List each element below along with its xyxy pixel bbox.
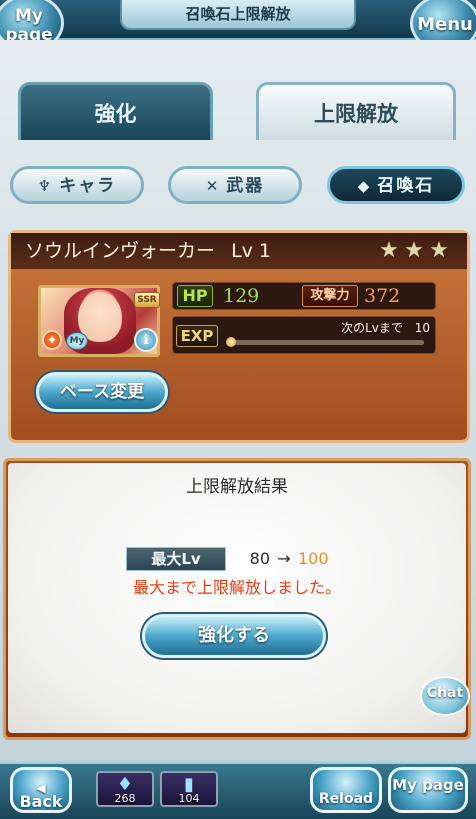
mypage-bottom-button[interactable]: My page <box>388 767 468 813</box>
exp-progress-bar <box>228 340 424 345</box>
rarity-star-icon: ★ <box>404 238 424 263</box>
max-level-to: 100 <box>298 549 329 568</box>
fire-element-icon: ✦ <box>42 330 62 350</box>
category-weapon-button[interactable]: ✕ 武器 <box>168 166 302 204</box>
summon-stone-icon: ◆ <box>357 177 372 195</box>
weapon-icon: ✕ <box>205 177 221 195</box>
tab-enhance[interactable]: 強化 <box>18 82 213 140</box>
hp-value: 129 <box>223 285 260 307</box>
category-character-label: キャラ <box>59 176 117 196</box>
result-title: 上限解放結果 <box>186 477 288 497</box>
category-summon-label: 召喚石 <box>377 176 435 196</box>
next-level-value: 10 <box>414 321 430 335</box>
base-change-button[interactable]: ベース変更 <box>36 372 168 412</box>
back-label: Back <box>19 792 63 811</box>
category-weapon-label: 武器 <box>226 176 265 196</box>
exp-label: EXP <box>176 325 218 347</box>
info-icon[interactable]: i <box>134 328 158 352</box>
next-level-text: 次のLvまで 10 <box>300 318 430 338</box>
arrow-icon: → <box>277 549 291 568</box>
enhance-button[interactable]: 強化する <box>142 614 326 658</box>
attack-value: 372 <box>364 285 401 307</box>
character-icon: ♆ <box>37 177 54 195</box>
rarity-badge: SSR <box>134 292 160 308</box>
item-count: 268 <box>114 792 136 805</box>
attack-label: 攻撃力 <box>302 285 358 307</box>
item-count: 104 <box>178 792 200 805</box>
rarity-star-icon: ★ <box>429 238 449 263</box>
max-level-label: 最大Lv <box>126 547 226 571</box>
next-level-label: 次のLvまで <box>341 321 403 335</box>
back-button[interactable]: ◀ Back <box>10 767 72 813</box>
rarity-star-icon: ★ <box>379 238 399 263</box>
chat-button[interactable]: Chat <box>420 676 470 716</box>
exp-progress-knob <box>226 337 236 347</box>
summon-level: Lv 1 <box>231 240 272 262</box>
reload-label: Reload <box>318 791 374 807</box>
max-level-from: 80 <box>249 549 270 568</box>
result-message: 最大まで上限解放しました。 <box>132 578 341 597</box>
tab-limit-break[interactable]: 上限解放 <box>256 82 456 140</box>
reload-button[interactable]: Reload <box>310 767 382 813</box>
category-character-button[interactable]: ♆ キャラ <box>10 166 144 204</box>
category-summon-button[interactable]: ◆ 召喚石 <box>327 166 465 204</box>
summon-name: ソウルインヴォーカー <box>25 240 216 262</box>
hp-label: HP <box>177 285 213 307</box>
my-badge: My <box>66 332 88 350</box>
page-title: 召喚石上限解放 <box>120 0 356 30</box>
